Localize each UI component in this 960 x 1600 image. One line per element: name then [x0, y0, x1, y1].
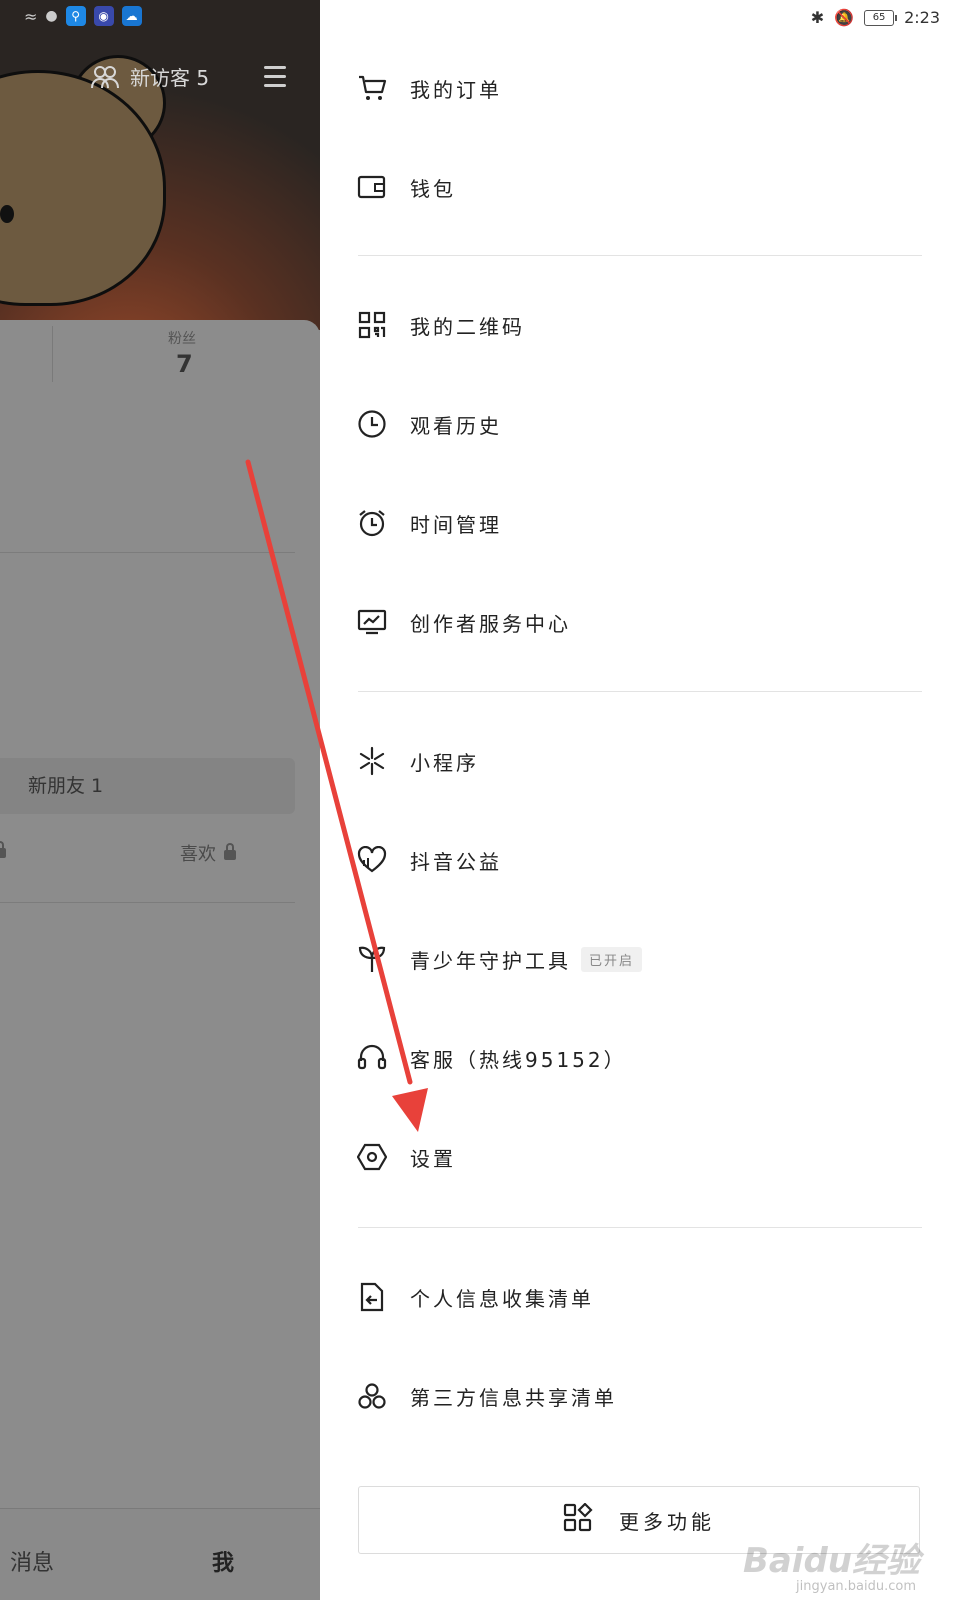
menu-item-label: 青少年守护工具	[410, 948, 571, 973]
share-circles-icon	[356, 1380, 388, 1412]
profile-cover: ≈ ● ⚲ ◉ ☁ 新访客 5	[0, 0, 320, 330]
menu-item-wallet[interactable]: 钱包	[356, 157, 916, 217]
profile-card: 粉丝 7 新朋友 1 喜欢	[0, 320, 320, 1600]
status-bar-right: ✱ 🔕 65 2:23	[811, 8, 940, 27]
menu-item-label: 我的订单	[410, 77, 502, 102]
menu-item-creator-center[interactable]: 创作者服务中心	[356, 592, 916, 652]
clock-time: 2:23	[904, 8, 940, 27]
settings-hexagon-icon	[356, 1141, 388, 1173]
baidu-watermark-url: jingyan.baidu.com	[796, 1579, 916, 1594]
menu-item-teen-protection[interactable]: 青少年守护工具 已开启	[356, 929, 916, 989]
fans-count[interactable]: 7	[176, 350, 193, 378]
mute-bell-icon: 🔕	[834, 8, 855, 27]
likes-tab[interactable]: 喜欢	[180, 840, 236, 866]
mini-program-icon	[356, 745, 388, 777]
menu-item-label: 抖音公益	[410, 849, 502, 874]
search-app-icon: ⚲	[65, 6, 86, 26]
lock-icon	[224, 843, 236, 860]
likes-label: 喜欢	[180, 844, 216, 865]
stat-divider	[52, 326, 53, 382]
bottom-navigation: 消息 我	[0, 1508, 320, 1600]
card-divider	[0, 552, 295, 553]
status-bar-left: ≈ ● ⚲ ◉ ☁	[0, 0, 320, 40]
cloud-app-icon: ☁	[121, 6, 142, 26]
menu-item-label: 观看历史	[410, 413, 502, 438]
nav-me[interactable]: 我	[212, 1545, 234, 1577]
wifi-icon: ≈	[24, 6, 38, 26]
menu-item-label: 客服（热线95152）	[410, 1047, 627, 1072]
menu-item-time-management[interactable]: 时间管理	[356, 493, 916, 553]
menu-item-charity[interactable]: 抖音公益	[356, 830, 916, 890]
bluetooth-icon: ✱	[810, 8, 825, 27]
menu-item-label: 小程序	[410, 750, 479, 775]
menu-item-label: 钱包	[410, 176, 456, 201]
visitors-icon	[91, 65, 119, 88]
menu-item-mini-programs[interactable]: 小程序	[356, 731, 916, 791]
clock-icon	[356, 408, 388, 440]
menu-item-label: 设置	[410, 1146, 456, 1171]
menu-item-label: 时间管理	[410, 512, 502, 537]
section-divider	[358, 1227, 922, 1228]
section-divider	[358, 691, 922, 692]
menu-item-customer-service[interactable]: 客服（热线95152）	[356, 1028, 916, 1088]
new-visitors-button[interactable]: 新访客 5	[90, 62, 209, 91]
new-friends-bar[interactable]: 新朋友 1	[0, 758, 295, 814]
alarm-icon	[356, 507, 388, 539]
apps-grid-icon	[563, 1502, 593, 1537]
headset-icon	[356, 1042, 388, 1074]
menu-item-settings[interactable]: 设置	[356, 1127, 916, 1187]
sprout-icon	[356, 943, 388, 975]
monitor-chart-icon	[356, 606, 388, 638]
menu-item-third-party-sharing[interactable]: 第三方信息共享清单	[356, 1366, 916, 1426]
wechat-icon: ●	[45, 8, 58, 24]
menu-item-label: 第三方信息共享清单	[410, 1385, 617, 1410]
menu-item-orders[interactable]: 我的订单	[356, 58, 916, 118]
profile-page-dimmed[interactable]: ≈ ● ⚲ ◉ ☁ 新访客 5 粉丝 7 新朋友 1 喜欢 消息 我	[0, 0, 320, 1600]
nav-messages[interactable]: 消息	[10, 1545, 54, 1577]
side-drawer: ✱ 🔕 65 2:23 我的订单 钱包 我的二维码 观看历史 时间管理 创作者服…	[320, 0, 960, 1600]
hamburger-menu-icon[interactable]	[264, 66, 286, 93]
baidu-watermark: Baidu经验	[742, 1541, 920, 1581]
section-divider	[358, 255, 922, 256]
qrcode-icon	[356, 309, 388, 341]
new-visitors-label: 新访客 5	[130, 66, 210, 90]
status-badge: 已开启	[581, 946, 643, 972]
menu-item-history[interactable]: 观看历史	[356, 394, 916, 454]
menu-item-label: 个人信息收集清单	[410, 1286, 594, 1311]
menu-item-personal-info-list[interactable]: 个人信息收集清单	[356, 1267, 916, 1327]
menu-item-qrcode[interactable]: 我的二维码	[356, 295, 916, 355]
tabs-divider	[0, 902, 295, 903]
more-features-label: 更多功能	[619, 1509, 715, 1534]
bulb-app-icon: ◉	[93, 6, 114, 26]
menu-item-label: 我的二维码	[410, 314, 525, 339]
cart-icon	[356, 72, 388, 104]
document-arrow-icon	[356, 1281, 388, 1313]
fans-label: 粉丝	[168, 331, 196, 347]
battery-icon: 65	[864, 9, 898, 26]
menu-item-label: 创作者服务中心	[410, 611, 571, 636]
lock-icon	[0, 841, 6, 858]
heart-icon	[356, 844, 388, 876]
wallet-icon	[356, 171, 388, 203]
bear-eye-illustration	[0, 205, 14, 223]
